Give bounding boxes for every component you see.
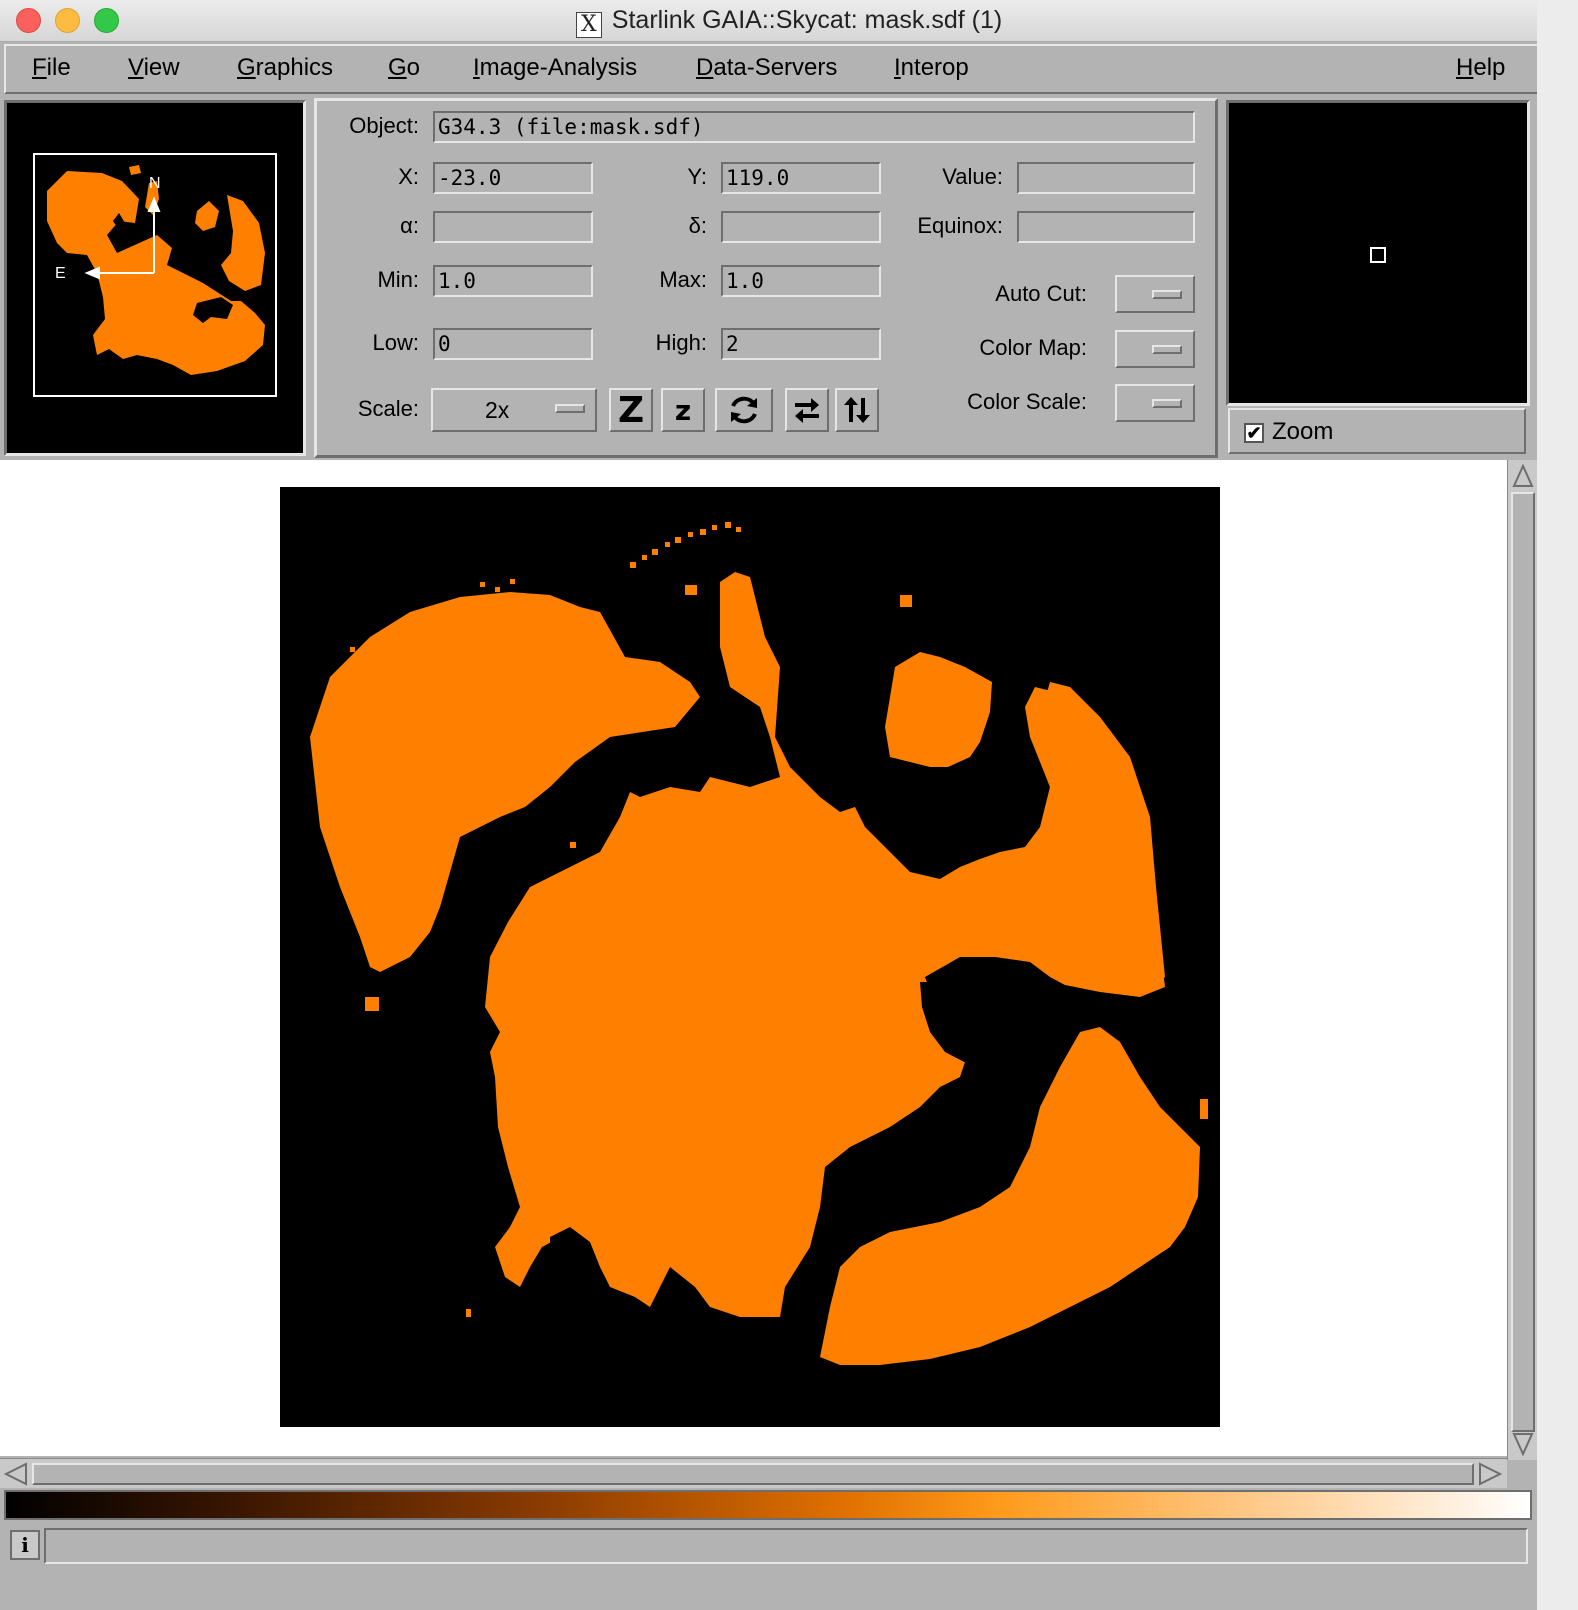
low-field[interactable]: 0 [433, 328, 593, 360]
scale-value: 2x [485, 397, 510, 423]
x-field[interactable]: -23.0 [433, 162, 593, 194]
window-title-wrap: X Starlink GAIA::Skycat: mask.sdf (1) [0, 6, 1578, 38]
zoom-label: Zoom [1272, 418, 1334, 445]
compass-east-label: E [55, 265, 66, 282]
menu-file[interactable]: File [32, 54, 71, 82]
flip-y-icon [844, 397, 870, 423]
flip-x-icon [795, 398, 819, 423]
colorbar[interactable] [4, 1490, 1532, 1520]
vertical-scroll-thumb[interactable] [1511, 492, 1535, 1432]
high-label: High: [655, 330, 707, 355]
scroll-right-icon[interactable] [1478, 1462, 1502, 1486]
low-label: Low: [372, 330, 419, 355]
auto-cut-indicator [1152, 290, 1182, 299]
menu-interop[interactable]: Interop [894, 54, 969, 82]
y-label: Y: [687, 164, 707, 189]
color-scale-indicator [1152, 399, 1182, 408]
title-bar: X Starlink GAIA::Skycat: mask.sdf (1) [0, 0, 1578, 42]
high-field[interactable]: 2 [721, 328, 881, 360]
scroll-down-icon[interactable] [1512, 1432, 1534, 1456]
compass-north-label: N [149, 175, 161, 192]
menu-graphics[interactable]: Graphics [237, 54, 333, 82]
equinox-label: Equinox: [917, 213, 1003, 238]
mask-image [310, 522, 1208, 1365]
min-field[interactable]: 1.0 [433, 265, 593, 297]
auto-cut-menu[interactable] [1115, 275, 1195, 313]
menu-bar: File View Graphics Go Image-Analysis Dat… [4, 44, 1574, 94]
vertical-scrollbar[interactable] [1507, 460, 1537, 1460]
scale-label: Scale: [357, 396, 419, 421]
value-field[interactable] [1017, 162, 1195, 194]
horizontal-scroll-thumb[interactable] [32, 1463, 1474, 1485]
zoom-out-button[interactable]: z [661, 388, 705, 432]
magnifier-cursor-box [1370, 247, 1386, 263]
x-icon: X [575, 12, 602, 38]
y-field[interactable]: 119.0 [721, 162, 881, 194]
alpha-label: α: [400, 213, 419, 238]
max-field[interactable]: 1.0 [721, 265, 881, 297]
menu-image-analysis[interactable]: Image-Analysis [473, 54, 637, 82]
menu-data-servers[interactable]: Data-Servers [696, 54, 837, 82]
delta-label: δ: [688, 213, 707, 238]
rotate-button[interactable] [715, 388, 773, 432]
object-label: Object: [349, 113, 419, 138]
info-panel: Object: G34.3 (file:mask.sdf) X: -23.0 Y… [314, 98, 1218, 458]
min-label: Min: [377, 267, 419, 292]
status-bar: i [4, 1524, 1532, 1568]
scroll-up-icon[interactable] [1512, 464, 1534, 488]
color-map-label: Color Map: [979, 335, 1087, 360]
delta-field[interactable] [721, 211, 881, 243]
zoom-toggle[interactable]: ✔ Zoom [1228, 408, 1526, 454]
window-title: Starlink GAIA::Skycat: mask.sdf (1) [611, 6, 1003, 34]
menu-go[interactable]: Go [388, 54, 420, 82]
x-label: X: [398, 164, 419, 189]
equinox-field[interactable] [1017, 211, 1195, 243]
flip-x-button[interactable] [785, 388, 829, 432]
color-map-menu[interactable] [1115, 330, 1195, 368]
image-canvas[interactable] [0, 460, 1507, 1456]
panner-image [33, 153, 277, 397]
object-field[interactable]: G34.3 (file:mask.sdf) [433, 111, 1195, 143]
horizontal-scrollbar[interactable] [0, 1458, 1507, 1488]
zoom-checkbox[interactable]: ✔ [1244, 423, 1264, 443]
max-label: Max: [659, 267, 707, 292]
alpha-field[interactable] [433, 211, 593, 243]
scroll-left-icon[interactable] [4, 1462, 28, 1486]
value-label: Value: [942, 164, 1003, 189]
main-image[interactable] [280, 487, 1220, 1427]
rotate-icon [731, 396, 757, 424]
bottom-padding [0, 1568, 1537, 1610]
magnifier-view [1226, 100, 1530, 406]
status-message [44, 1528, 1528, 1564]
auto-cut-label: Auto Cut: [995, 281, 1087, 306]
flip-y-button[interactable] [835, 388, 879, 432]
zoom-in-icon: Z [617, 389, 645, 431]
color-scale-label: Color Scale: [967, 389, 1087, 414]
window-edge [1537, 0, 1578, 1610]
zoom-in-button[interactable]: Z [609, 388, 653, 432]
zoom-out-icon: z [674, 393, 692, 427]
color-scale-menu[interactable] [1115, 384, 1195, 422]
scale-menu[interactable]: 2x [431, 388, 597, 432]
info-icon[interactable]: i [10, 1530, 40, 1560]
menu-view[interactable]: View [128, 54, 180, 82]
color-map-indicator [1152, 345, 1182, 354]
menu-help[interactable]: Help [1456, 54, 1505, 82]
scale-indicator [555, 404, 585, 413]
panner-overview[interactable]: N E [4, 100, 306, 456]
